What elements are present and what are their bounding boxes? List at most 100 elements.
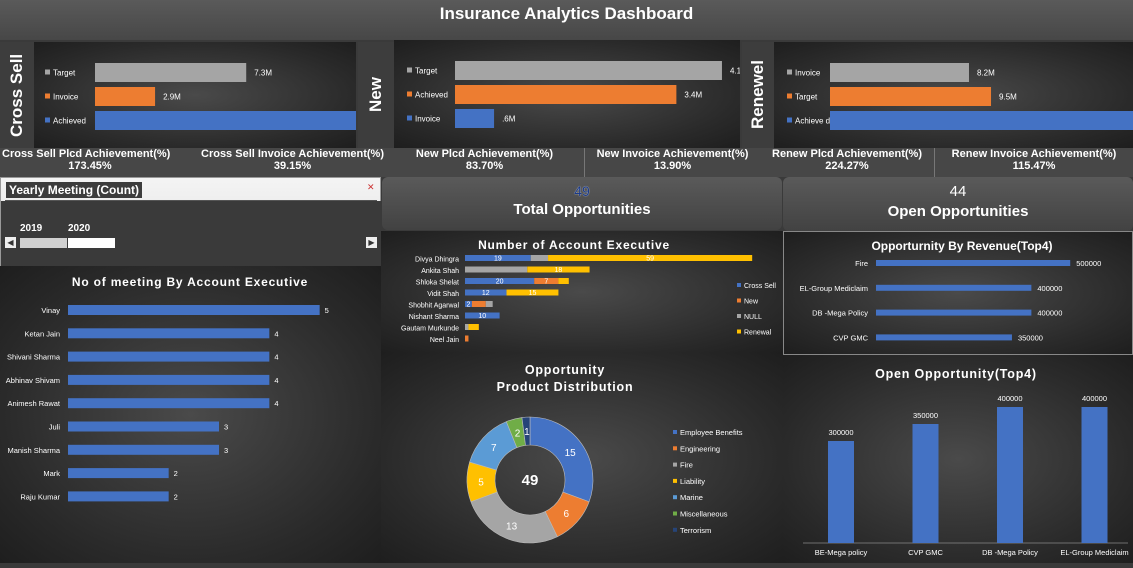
data-label: 350000 xyxy=(1018,333,1043,342)
category-label: Manish Sharma xyxy=(7,446,60,455)
bar xyxy=(876,334,1012,341)
category-label: Vidit Shah xyxy=(427,291,459,298)
meetings-chart: No of meeting By Account Executive Vinay 5… xyxy=(6,275,329,502)
slicer-timeline: 2019 2020 ◀ ▶ xyxy=(1,201,382,267)
legend-label: Engineering xyxy=(680,444,720,453)
bar-segment xyxy=(465,335,469,342)
category-label: Target xyxy=(415,67,438,76)
data-label: 20 xyxy=(496,279,504,286)
meetings-panel: No of meeting By Account Executive Vinay 5… xyxy=(0,266,381,563)
legend-swatch xyxy=(45,117,50,123)
new-label-panel: New xyxy=(358,42,394,148)
open-top4-chart: Open Opportunity(Top4) 300000 BE-Mega poli… xyxy=(803,367,1129,557)
chart-title: Opportunity xyxy=(525,363,605,377)
year-bar-2019[interactable] xyxy=(20,238,67,248)
category-label: Animesh Rawat xyxy=(7,399,60,408)
data-label: 400000 xyxy=(997,394,1022,403)
bar xyxy=(68,468,169,479)
data-label: 13 xyxy=(506,521,518,532)
data-label: 4.1M xyxy=(730,67,740,76)
data-label: 4 xyxy=(274,399,278,408)
category-label: Neel Jain xyxy=(430,337,459,344)
open-opportunities-value: 44 xyxy=(949,183,967,200)
chart-title: No of meeting By Account Executive xyxy=(72,275,308,289)
bar xyxy=(95,111,356,130)
kpi-label: Renew Invoice Achievement(%) xyxy=(951,148,1117,160)
bar xyxy=(68,491,169,502)
column xyxy=(912,424,939,543)
data-label: 2.9M xyxy=(163,93,181,102)
open-opportunities-card: 44 Open Opportunities xyxy=(783,177,1133,231)
category-label: Shloka Shelat xyxy=(416,280,459,287)
new-chart: Target 4.1M Achieved 3.4M Invoice .6M xyxy=(407,61,748,128)
column xyxy=(828,441,854,543)
product-distribution-panel: Opportunity Product Distribution 15 6 13 5 7 2 1… xyxy=(381,353,783,563)
bar xyxy=(830,111,1133,130)
kpi-row: Cross Sell Plcd Achievement(%) 173.45% C… xyxy=(0,148,1133,177)
legend-swatch xyxy=(673,430,677,434)
kpi-cross-sell-plcd: Cross Sell Plcd Achievement(%) 173.45% xyxy=(0,148,200,177)
data-label: 10 xyxy=(478,313,486,320)
legend-swatch xyxy=(45,93,50,99)
bar xyxy=(455,109,495,128)
category-label: Ketan Jain xyxy=(25,329,60,338)
legend-swatch xyxy=(673,446,677,451)
data-label: 7 xyxy=(491,443,497,454)
category-label: Invoice xyxy=(795,69,821,78)
slicer-clear-filter-icon[interactable]: ✕ xyxy=(367,182,375,193)
legend-label: New xyxy=(744,299,759,306)
data-label: 6 xyxy=(563,509,569,520)
kpi-new-invoice: New Invoice Achievement(%) 13.90% xyxy=(585,148,760,177)
donut-slice xyxy=(470,491,558,544)
slicer-title: Yearly Meeting (Count) xyxy=(6,182,143,198)
kpi-value: 224.27% xyxy=(825,160,869,172)
category-label: Gautam Murkunde xyxy=(401,326,459,333)
account-exec-panel: Number of Account Executive Divya Dhingra… xyxy=(381,231,783,353)
bar xyxy=(455,85,677,104)
data-label: 3 xyxy=(224,423,228,432)
bar-segment xyxy=(471,301,486,307)
bar-segment xyxy=(465,266,528,273)
category-label: BE-Mega policy xyxy=(815,548,868,557)
legend-swatch xyxy=(673,462,677,467)
category-label: Shivani Sharma xyxy=(7,353,61,362)
open-top4-panel: Open Opportunity(Top4) 300000 BE-Mega poli… xyxy=(783,355,1133,563)
bar-segment xyxy=(468,324,479,330)
category-label: DB -Mega Policy xyxy=(982,548,1038,557)
data-label: 3 xyxy=(224,446,228,455)
column xyxy=(997,407,1023,543)
revenue-top4-panel: Opporturnity By Revenue(Top4) Fire 500000 E… xyxy=(783,231,1133,355)
category-label: Vinay xyxy=(41,306,60,315)
kpi-value: 83.70% xyxy=(465,160,504,172)
legend-swatch xyxy=(673,495,677,500)
legend-swatch xyxy=(407,115,412,121)
renewal-panel: Invoice8.2MTarget9.5MAchieve d18.5M xyxy=(774,42,1133,148)
category-label: CVP GMC xyxy=(833,333,868,342)
legend-swatch xyxy=(407,67,412,73)
category-label: Nishant Sharma xyxy=(409,314,459,321)
data-label: 2 xyxy=(467,302,471,309)
legend-swatch xyxy=(407,91,412,97)
chart-title: Opporturnity By Revenue(Top4) xyxy=(871,239,1052,253)
data-label: 19 xyxy=(494,256,502,263)
scroll-left-button[interactable]: ◀ xyxy=(5,237,16,248)
legend-label: Terrorism xyxy=(680,526,711,535)
kpi-label: New Plcd Achievement(%) xyxy=(415,148,554,160)
legend-swatch xyxy=(787,93,792,99)
kpi-renew-invoice: Renew Invoice Achievement(%) 115.47% xyxy=(935,148,1133,177)
data-label: 9.5M xyxy=(999,93,1017,102)
legend-label: Liability xyxy=(680,477,705,486)
scroll-right-button[interactable]: ▶ xyxy=(366,237,377,248)
category-label: Shobhit Agarwal xyxy=(408,303,459,310)
category-label: Juli xyxy=(49,423,61,432)
legend-swatch xyxy=(737,298,741,303)
kpi-value: 39.15% xyxy=(273,160,312,172)
legend-swatch xyxy=(737,283,741,287)
category-label: Fire xyxy=(855,259,868,268)
legend-swatch xyxy=(737,314,741,318)
kpi-label: Cross Sell Invoice Achievement(%) xyxy=(201,148,384,160)
data-label: 7 xyxy=(544,279,548,286)
category-label: Achieve d xyxy=(795,117,830,126)
data-label: 300000 xyxy=(828,428,853,437)
year-bar-2020[interactable] xyxy=(68,238,115,248)
